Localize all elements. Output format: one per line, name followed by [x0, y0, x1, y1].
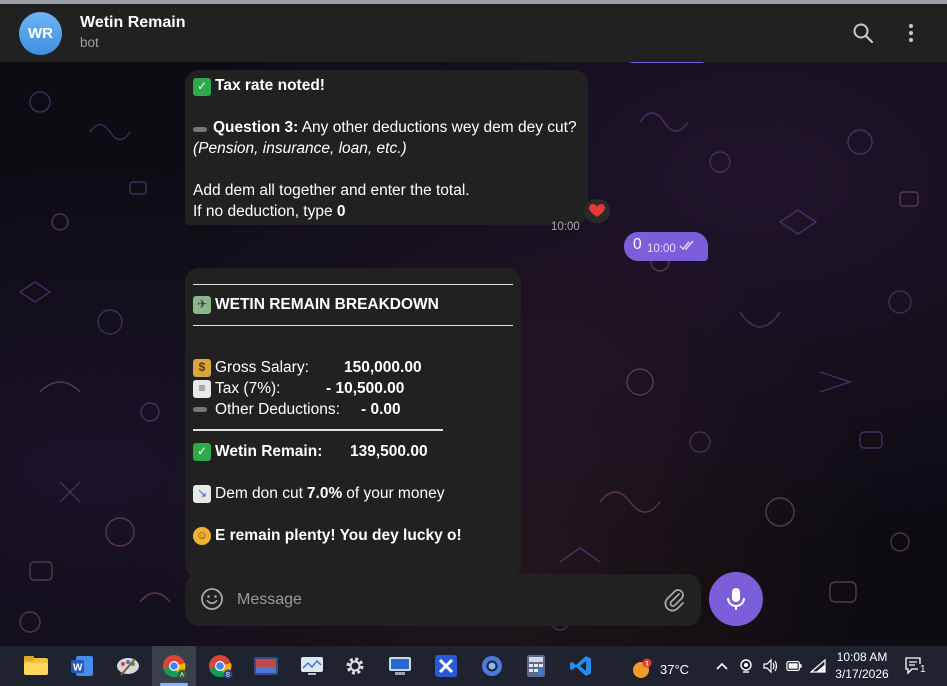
- message-line: If no deduction, type 0: [193, 203, 346, 220]
- emoji-button[interactable]: [199, 586, 225, 612]
- more-options-button[interactable]: [897, 19, 925, 47]
- breakdown-title-row: ✈ WETIN REMAIN BREAKDOWN: [193, 294, 439, 315]
- money-bag-icon: $: [193, 358, 211, 377]
- message-line: Question 3: Any other deductions wey dem…: [193, 117, 580, 138]
- chat-subtitle: bot: [80, 35, 99, 50]
- calculator-icon[interactable]: [522, 652, 550, 680]
- weather-widget[interactable]: 1 37°C: [630, 658, 689, 680]
- double-check-icon: [679, 241, 694, 251]
- battery-icon[interactable]: [786, 658, 802, 674]
- microphone-icon: [727, 588, 745, 610]
- file-explorer-icon[interactable]: [22, 652, 50, 680]
- message-line: Add dem all together and enter the total…: [193, 182, 470, 199]
- chat-title[interactable]: Wetin Remain: [80, 14, 186, 32]
- cut-percentage-row: ↘ Dem don cut 7.0% of your money: [193, 483, 444, 504]
- svg-text:A: A: [180, 673, 184, 679]
- photos-app-icon[interactable]: [252, 652, 280, 680]
- smile-icon: [201, 588, 223, 610]
- tax-value: - 10,500.00: [326, 380, 405, 397]
- remote-desktop-icon[interactable]: [386, 652, 414, 680]
- other-deductions-row: Other Deductions:: [193, 399, 340, 420]
- clock-time: 10:08 AM: [836, 650, 888, 664]
- attach-button[interactable]: [661, 586, 687, 612]
- tax-row: ≡ Tax (7%):: [193, 378, 280, 399]
- voice-record-button[interactable]: [709, 572, 763, 626]
- vscode-icon[interactable]: [567, 652, 595, 680]
- cross-app-icon[interactable]: [432, 652, 460, 680]
- svg-text:1: 1: [645, 661, 649, 668]
- svg-text:B: B: [226, 673, 230, 679]
- minus-icon: [193, 407, 207, 412]
- minus-icon: [193, 127, 207, 132]
- search-button[interactable]: [849, 19, 877, 47]
- chart-decreasing-icon: ↘: [193, 484, 211, 503]
- monitor-app-icon[interactable]: [298, 652, 326, 680]
- relieved-face-icon: ☺: [193, 526, 211, 545]
- more-vertical-icon: [909, 24, 913, 42]
- wetin-remain-value: 139,500.00: [350, 443, 428, 460]
- message-line: (Pension, insurance, loan, etc.): [193, 140, 407, 157]
- chat-header: WR Wetin Remain bot: [0, 4, 947, 62]
- bot-message-question[interactable]: ✓ Tax rate noted! Question 3: Any other d…: [185, 70, 588, 233]
- previous-outgoing-message[interactable]: [625, 62, 709, 63]
- other-deductions-value: - 0.00: [361, 401, 401, 418]
- money-wings-icon: ✈: [193, 295, 211, 314]
- notification-count: 1: [918, 664, 928, 675]
- check-mark-icon: ✓: [193, 77, 211, 96]
- chrome-profile-b-icon[interactable]: B: [206, 652, 234, 680]
- receipt-icon: ≡: [193, 379, 211, 398]
- chat-area[interactable]: ✓ Tax rate noted! Question 3: Any other d…: [0, 62, 947, 646]
- reaction-heart[interactable]: [584, 199, 610, 223]
- check-mark-icon: ✓: [193, 442, 211, 461]
- heart-icon: [589, 204, 605, 217]
- avatar[interactable]: WR: [19, 12, 62, 55]
- word-icon[interactable]: W: [68, 652, 96, 680]
- divider: [193, 429, 443, 431]
- wifi-icon[interactable]: [810, 658, 826, 674]
- windows-taskbar: W A B 1 37°C 10:08 AM 3/17/2026 1: [0, 646, 947, 686]
- closing-row: ☺ E remain plenty! You dey lucky o!: [193, 525, 462, 546]
- gross-salary-row: $ Gross Salary:: [193, 357, 309, 378]
- message-composer: [185, 574, 701, 626]
- divider: [193, 284, 513, 285]
- notification-center-button[interactable]: 1: [904, 656, 928, 676]
- message-text: 0: [633, 236, 642, 253]
- volume-icon[interactable]: [762, 658, 778, 674]
- bot-message-breakdown[interactable]: ✈ WETIN REMAIN BREAKDOWN $ Gross Salary: 1…: [185, 268, 521, 578]
- webcam-icon[interactable]: [738, 658, 754, 674]
- message-time: 10:00: [647, 243, 676, 255]
- message-line: ✓ Tax rate noted!: [193, 75, 580, 96]
- browser-icon[interactable]: [478, 652, 506, 680]
- message-input[interactable]: [237, 586, 647, 614]
- message-time: 10:00: [551, 221, 580, 233]
- gross-salary-value: 150,000.00: [344, 359, 422, 376]
- settings-gear-icon[interactable]: [341, 652, 369, 680]
- search-icon: [853, 23, 874, 44]
- paint-icon[interactable]: [114, 652, 142, 680]
- clock-date: 3/17/2026: [835, 667, 889, 681]
- system-clock[interactable]: 10:08 AM 3/17/2026: [832, 649, 892, 683]
- divider: [193, 325, 513, 326]
- wetin-remain-row: ✓ Wetin Remain:: [193, 441, 322, 462]
- temperature: 37°C: [660, 661, 690, 677]
- sun-cloud-icon: 1: [633, 658, 652, 678]
- paperclip-icon: [664, 589, 684, 612]
- show-hidden-icons-chevron[interactable]: [714, 658, 730, 674]
- chrome-profile-a-icon[interactable]: A: [160, 652, 188, 680]
- outgoing-message[interactable]: 0 10:00: [624, 232, 708, 261]
- svg-text:W: W: [73, 663, 83, 674]
